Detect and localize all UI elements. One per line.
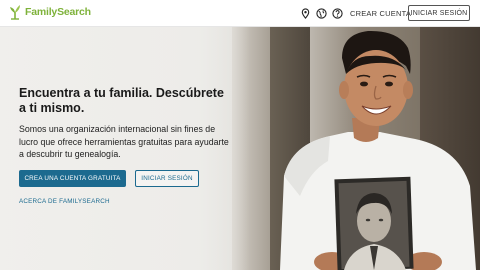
familysearch-logo[interactable]: FamilySearch [8, 4, 91, 20]
about-familysearch-link[interactable]: ACERCA DE FAMILYSEARCH [19, 198, 110, 205]
hero-description: Somos una organización internacional sin… [19, 124, 229, 159]
hero-headline: Encuentra a tu familia. Descúbrete a ti … [19, 86, 224, 115]
create-free-account-button[interactable]: CREA UNA CUENTA GRATUITA [19, 170, 126, 187]
globe-icon[interactable] [316, 8, 327, 19]
sign-in-button[interactable]: INICIAR SESIÓN [408, 5, 470, 21]
hero-photo-boy-holding-portrait [280, 30, 476, 270]
location-pin-icon[interactable] [300, 8, 311, 19]
tree-logo-icon [10, 5, 20, 20]
logo-text: FamilySearch [25, 6, 91, 18]
top-nav-bar: FamilySearch CREAR CUENTA INICIAR SESIÓN [0, 0, 480, 27]
hero-text-block: Encuentra a tu familia. Descúbrete a ti … [19, 86, 234, 161]
create-account-link[interactable]: CREAR CUENTA [350, 9, 411, 18]
hero-section: Encuentra a tu familia. Descúbrete a ti … [0, 26, 480, 270]
help-icon[interactable] [332, 8, 343, 19]
hero-sign-in-button[interactable]: INICIAR SESIÓN [135, 170, 199, 187]
